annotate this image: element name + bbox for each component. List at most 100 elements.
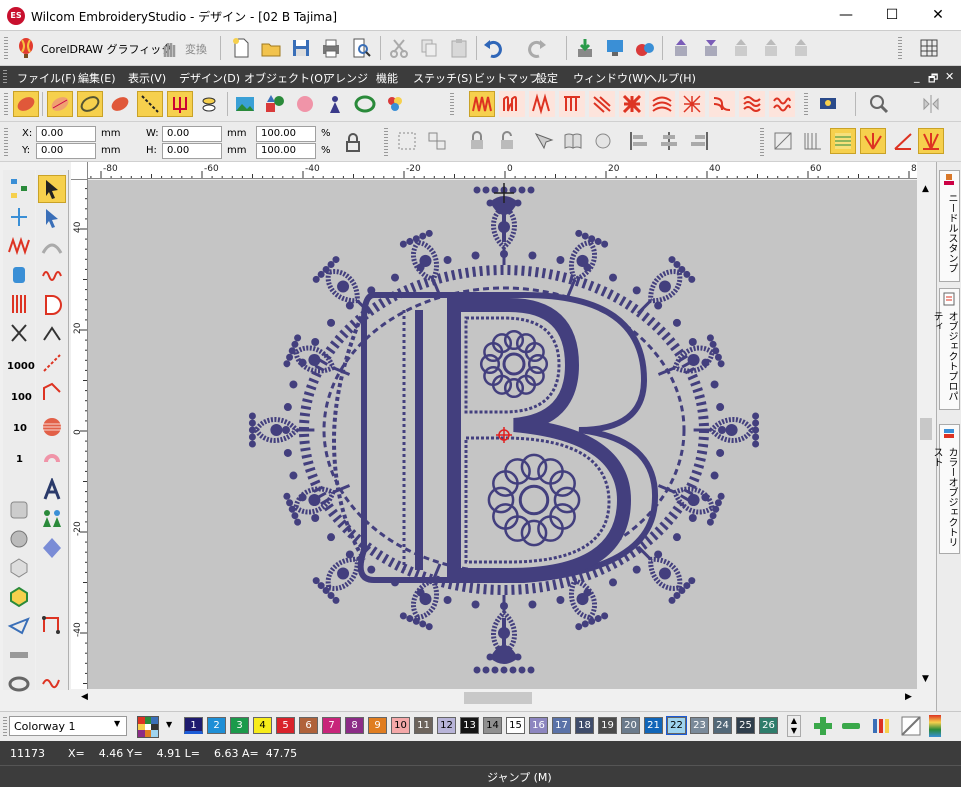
scroll-left-arrow-icon[interactable]: ◀ bbox=[81, 692, 88, 702]
color-swatch[interactable]: 24 bbox=[713, 717, 732, 734]
sphere-icon[interactable] bbox=[38, 413, 66, 441]
width-field[interactable]: 0.00 bbox=[162, 126, 222, 142]
stitch-value-1000[interactable]: 1000 bbox=[7, 361, 35, 372]
color-swatch[interactable]: 16 bbox=[529, 717, 548, 734]
swatch-scroll-icon[interactable]: ▲ ▼ bbox=[787, 715, 801, 737]
tab-color-object-list[interactable]: カラーオブジェクトリスト bbox=[931, 424, 960, 554]
menu-help[interactable]: ヘルプ(H) bbox=[646, 70, 696, 86]
add-color-icon[interactable] bbox=[812, 715, 834, 737]
horizontal-scrollbar[interactable]: ◀ ▶ bbox=[71, 689, 917, 707]
ungroup-icon[interactable] bbox=[424, 128, 450, 154]
rays-icon[interactable] bbox=[860, 128, 886, 154]
stitch-zigzag-icon[interactable] bbox=[5, 232, 33, 260]
select-object-icon[interactable] bbox=[530, 128, 556, 154]
mdi-minimize-button[interactable]: _ bbox=[914, 70, 920, 83]
send-up-icon[interactable] bbox=[668, 35, 694, 61]
color-spectrum-icon[interactable] bbox=[929, 715, 941, 737]
toolbar-grip[interactable] bbox=[450, 93, 454, 115]
print-icon[interactable] bbox=[318, 35, 344, 61]
hexagon-shape-icon[interactable] bbox=[5, 554, 33, 582]
leaf-shape-icon[interactable] bbox=[13, 91, 39, 117]
y-position-field[interactable]: 0.00 bbox=[36, 143, 96, 159]
menu-bitmap[interactable]: ビットマップ bbox=[474, 70, 540, 86]
circle-shape-icon[interactable] bbox=[5, 525, 33, 553]
color-swatch[interactable]: 4 bbox=[253, 717, 272, 734]
open-folder-icon[interactable] bbox=[258, 35, 284, 61]
print-preview-icon[interactable] bbox=[348, 35, 374, 61]
color-swatch[interactable]: 1 bbox=[184, 717, 203, 734]
align-center-icon[interactable] bbox=[656, 128, 682, 154]
unlock-icon[interactable] bbox=[494, 128, 520, 154]
stitch-value-10[interactable]: 10 bbox=[13, 423, 27, 434]
needle-points-icon[interactable] bbox=[5, 203, 33, 231]
colorway-select[interactable]: Colorway 1 bbox=[9, 716, 127, 736]
vertical-scroll-thumb[interactable] bbox=[920, 418, 932, 440]
mirror-icon[interactable] bbox=[918, 91, 944, 117]
menu-view[interactable]: 表示(V) bbox=[128, 70, 166, 86]
fish-icon[interactable] bbox=[197, 91, 223, 117]
color-swatch[interactable]: 26 bbox=[759, 717, 778, 734]
thread-chart-icon[interactable] bbox=[870, 715, 892, 737]
book-icon[interactable] bbox=[560, 128, 586, 154]
satin-stitch-icon[interactable] bbox=[529, 91, 555, 117]
align-left-icon[interactable] bbox=[626, 128, 652, 154]
arch-tool-icon[interactable] bbox=[38, 442, 66, 470]
x-position-field[interactable]: 0.00 bbox=[36, 126, 96, 142]
lettering-icon[interactable] bbox=[38, 476, 66, 504]
export-icon[interactable] bbox=[602, 35, 628, 61]
grid-icon[interactable] bbox=[916, 35, 942, 61]
menu-settings[interactable]: 設定 bbox=[536, 70, 558, 86]
remove-color-icon[interactable] bbox=[840, 715, 862, 737]
team-names-icon[interactable] bbox=[38, 505, 66, 533]
horizontal-scroll-thumb[interactable] bbox=[464, 692, 532, 704]
save-icon[interactable] bbox=[288, 35, 314, 61]
branching-icon[interactable] bbox=[590, 128, 616, 154]
menu-edit[interactable]: 編集(E) bbox=[78, 70, 116, 86]
shapes-icon[interactable] bbox=[262, 91, 288, 117]
node-tool-icon[interactable] bbox=[38, 320, 66, 348]
ring-icon[interactable] bbox=[352, 91, 378, 117]
picture-icon[interactable] bbox=[232, 91, 258, 117]
monitor-icon[interactable] bbox=[815, 91, 841, 117]
cut-icon[interactable] bbox=[386, 35, 412, 61]
lock-proportion-icon[interactable] bbox=[340, 130, 366, 156]
column-stitch-icon[interactable] bbox=[5, 290, 33, 318]
scissors-icon[interactable] bbox=[5, 319, 33, 347]
color-swatch[interactable]: 17 bbox=[552, 717, 571, 734]
tab-object-properties[interactable]: オブジェクトプロパティ bbox=[931, 288, 960, 410]
color-swatch[interactable]: 18 bbox=[575, 717, 594, 734]
outline-leaf-icon[interactable] bbox=[77, 91, 103, 117]
polyline-icon[interactable] bbox=[38, 378, 66, 406]
color-swatch[interactable]: 6 bbox=[299, 717, 318, 734]
arc-tool-icon[interactable] bbox=[38, 233, 66, 261]
color-swatch[interactable]: 19 bbox=[598, 717, 617, 734]
zoom-icon[interactable] bbox=[866, 91, 892, 117]
freehand-icon[interactable] bbox=[38, 668, 66, 696]
menu-function[interactable]: 機能 bbox=[376, 70, 398, 86]
color-swatch[interactable]: 15 bbox=[506, 717, 525, 734]
new-document-icon[interactable] bbox=[228, 35, 254, 61]
color-swatch[interactable]: 25 bbox=[736, 717, 755, 734]
scale-width-field[interactable]: 100.00 bbox=[256, 126, 316, 142]
motif-stitch-icon[interactable] bbox=[589, 91, 615, 117]
menu-stitch[interactable]: ステッチ(S) bbox=[413, 70, 473, 86]
toolbar-grip[interactable] bbox=[4, 37, 8, 59]
lock-icon[interactable] bbox=[464, 128, 490, 154]
ruler-tool-icon[interactable] bbox=[5, 641, 33, 669]
fill-leaf-icon[interactable] bbox=[107, 91, 133, 117]
toolbar-grip[interactable] bbox=[4, 128, 8, 156]
zigzag-stitch-icon[interactable] bbox=[469, 91, 495, 117]
stitch-player-icon[interactable] bbox=[728, 35, 754, 61]
no-color-icon[interactable] bbox=[900, 715, 922, 737]
magic-icon[interactable] bbox=[292, 91, 318, 117]
knife-icon[interactable] bbox=[5, 612, 33, 640]
color-swatch[interactable]: 23 bbox=[690, 717, 709, 734]
align-right-icon[interactable] bbox=[686, 128, 712, 154]
stitch-angle-icon[interactable] bbox=[800, 128, 826, 154]
scale-height-field[interactable]: 100.00 bbox=[256, 143, 316, 159]
contour-stitch-icon[interactable] bbox=[649, 91, 675, 117]
reshape-icon[interactable] bbox=[770, 128, 796, 154]
stipple-stitch-icon[interactable] bbox=[769, 91, 795, 117]
fill-pattern-icon[interactable] bbox=[830, 128, 856, 154]
select-arrow-icon[interactable] bbox=[38, 175, 66, 203]
